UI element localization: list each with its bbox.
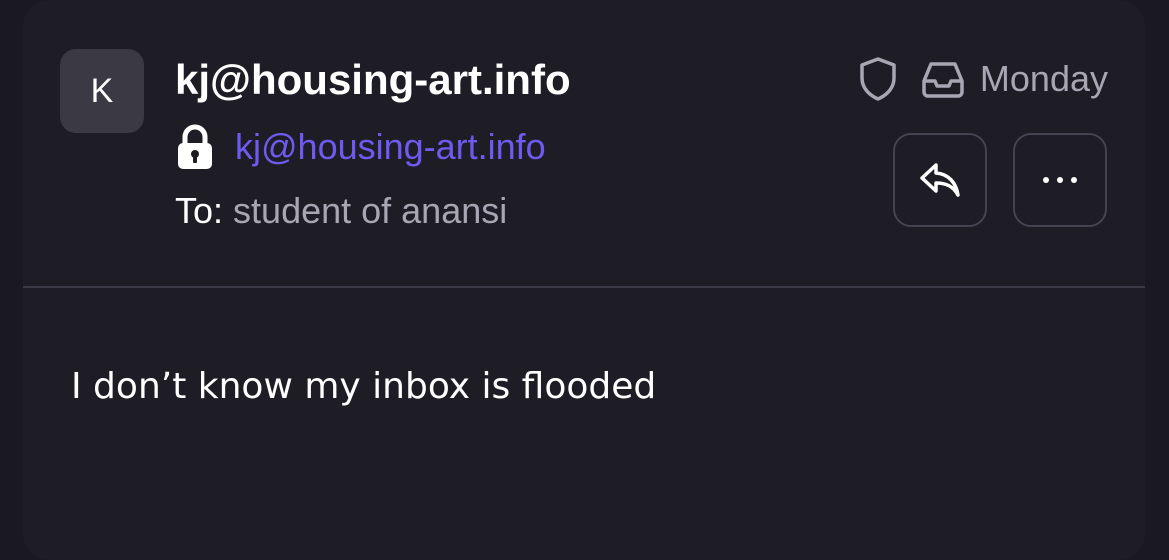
sender-address-row: kj@housing-art.info xyxy=(175,124,546,170)
sender-avatar[interactable]: K xyxy=(60,49,144,133)
lock-icon xyxy=(178,124,212,169)
to-label: To: xyxy=(175,190,224,231)
email-message-card: K kj@housing-art.info kj@housing-art.inf… xyxy=(23,0,1145,560)
sender-name[interactable]: kj@housing-art.info xyxy=(175,56,571,104)
recipient-row: To: student of anansi xyxy=(175,190,507,232)
header-divider xyxy=(23,286,1145,288)
message-meta: Monday xyxy=(858,56,1108,102)
message-date: Monday xyxy=(979,58,1108,99)
inbox-icon xyxy=(922,62,964,98)
more-options-button[interactable] xyxy=(1013,133,1107,227)
avatar-initial: K xyxy=(90,71,114,110)
sender-address[interactable]: kj@housing-art.info xyxy=(235,126,546,168)
reply-icon xyxy=(920,163,960,197)
reply-button[interactable] xyxy=(893,133,987,227)
message-body: I don’t know my inbox is flooded xyxy=(71,366,657,407)
more-icon xyxy=(1043,177,1077,183)
recipient-name[interactable]: student of anansi xyxy=(233,190,507,231)
shield-icon[interactable] xyxy=(858,56,898,102)
